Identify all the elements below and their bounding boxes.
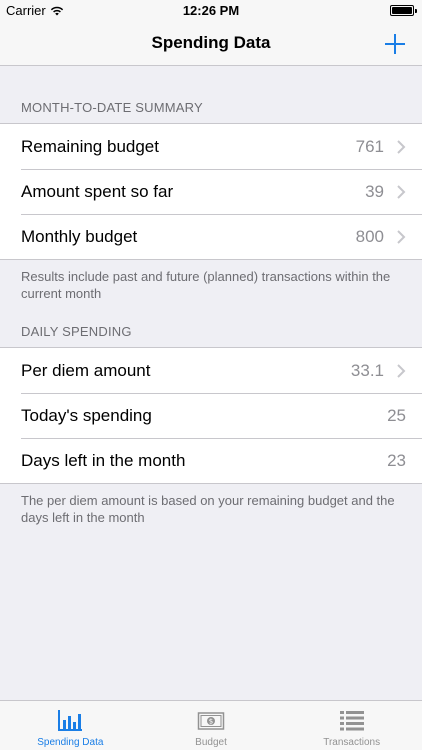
daily-group: Per diem amount 33.1 Today's spending 25… <box>0 347 422 484</box>
tab-label: Spending Data <box>37 737 104 748</box>
status-time: 12:26 PM <box>182 3 240 18</box>
row-value: 39 <box>365 181 384 201</box>
tab-bar: Spending Data $ Budget Transactions <box>0 700 422 750</box>
row-value: 33.1 <box>350 360 384 380</box>
banknote-icon: $ <box>197 712 225 730</box>
row-label: Per diem amount <box>21 360 151 380</box>
row-label: Days left in the month <box>21 450 186 470</box>
row-value: 23 <box>387 450 406 470</box>
content-area: MONTH-TO-DATE SUMMARY Remaining budget 7… <box>0 66 422 526</box>
daily-footer-note: The per diem amount is based on your rem… <box>21 493 395 525</box>
row-label: Amount spent so far <box>21 181 174 201</box>
battery-icon <box>390 5 417 16</box>
list-icon <box>339 711 364 731</box>
app-screen: Carrier 12:26 PM Spending Data MONTH-TO-… <box>0 0 422 750</box>
chevron-right-icon <box>397 363 406 378</box>
page-title: Spending Data <box>151 33 271 52</box>
tab-transactions[interactable]: Transactions <box>281 701 422 750</box>
todays-spending-row: Today's spending 25 <box>0 393 422 438</box>
row-value: 800 <box>355 226 384 246</box>
summary-section-header: MONTH-TO-DATE SUMMARY <box>21 100 203 115</box>
amount-spent-row[interactable]: Amount spent so far 39 <box>0 169 422 214</box>
summary-group: Remaining budget 761 Amount spent so far… <box>0 123 422 260</box>
daily-section-header: DAILY SPENDING <box>21 324 132 339</box>
row-value: 761 <box>355 136 384 156</box>
monthly-budget-row[interactable]: Monthly budget 800 <box>0 214 422 259</box>
days-left-row: Days left in the month 23 <box>0 438 422 483</box>
chevron-right-icon <box>397 229 406 244</box>
svg-text:$: $ <box>209 718 213 726</box>
tab-budget[interactable]: $ Budget <box>141 701 282 750</box>
navigation-bar: Spending Data <box>0 22 422 66</box>
row-label: Remaining budget <box>21 136 159 156</box>
chevron-right-icon <box>397 184 406 199</box>
plus-icon <box>385 34 405 54</box>
add-button[interactable] <box>382 31 408 57</box>
row-label: Today's spending <box>21 405 152 425</box>
tab-label: Budget <box>195 737 227 748</box>
row-label: Monthly budget <box>21 226 138 246</box>
summary-footer-note: Results include past and future (planned… <box>21 269 391 301</box>
bar-chart-icon <box>58 710 83 731</box>
per-diem-row[interactable]: Per diem amount 33.1 <box>0 348 422 393</box>
tab-label: Transactions <box>323 737 381 748</box>
status-bar: Carrier 12:26 PM <box>0 0 422 22</box>
row-value: 25 <box>387 405 406 425</box>
tab-spending-data[interactable]: Spending Data <box>0 701 141 750</box>
remaining-budget-row[interactable]: Remaining budget 761 <box>0 124 422 169</box>
chevron-right-icon <box>397 139 406 154</box>
